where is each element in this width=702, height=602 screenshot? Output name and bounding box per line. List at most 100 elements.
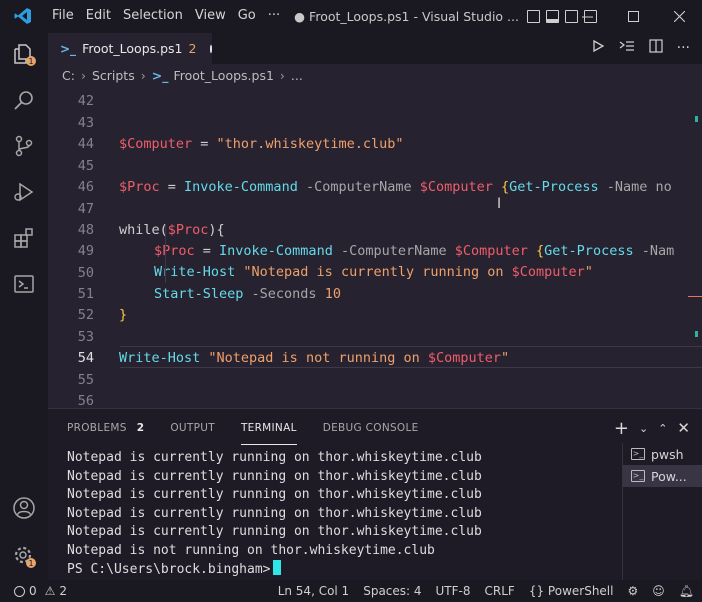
powershell-icon[interactable] [12, 272, 36, 296]
svg-text:1: 1 [28, 57, 33, 66]
tab-problem-count: 2 [188, 41, 197, 56]
line-number: 44 [77, 136, 94, 152]
bottom-panel: PROBLEMS 2 OUTPUT TERMINAL DEBUG CONSOLE… [48, 408, 702, 581]
notifications-bell-icon[interactable]: 🔔︎ [679, 584, 694, 598]
file-encoding[interactable]: UTF-8 [436, 584, 471, 598]
braces-icon: {} [528, 584, 545, 598]
run-selection-icon[interactable] [619, 39, 635, 57]
settings-sync-icon[interactable]: ⚙ [627, 584, 638, 598]
minimize-button[interactable] [564, 0, 610, 32]
split-editor-icon[interactable] [649, 39, 663, 57]
line-number: 46 [77, 179, 94, 195]
terminal-line: Notepad is currently running on thor.whi… [67, 505, 482, 521]
feedback-icon[interactable]: ☺ [652, 584, 665, 598]
chevron-right-icon: › [279, 67, 285, 83]
menu-edit[interactable]: Edit [80, 0, 117, 32]
terminal-line: Notepad is currently running on thor.whi… [67, 450, 482, 465]
terminal-instance-label: Pow... [651, 468, 687, 484]
chevron-down-icon[interactable]: ⌄ [639, 422, 648, 435]
line-number: 54 [77, 350, 94, 366]
powershell-file-icon: >_ [151, 67, 169, 83]
breadcrumb-drive[interactable]: C: [62, 68, 75, 83]
run-debug-icon[interactable] [12, 180, 36, 204]
menu-more[interactable]: ··· [262, 0, 286, 32]
extensions-icon[interactable] [12, 226, 36, 250]
indent-guide [165, 225, 166, 283]
terminal-output[interactable]: Notepad is currently running on thor.whi… [67, 449, 482, 579]
maximize-panel-icon[interactable]: ⌃ [658, 422, 667, 435]
tab-debug-console[interactable]: DEBUG CONSOLE [323, 422, 419, 434]
line-number: 47 [77, 201, 94, 217]
terminal-prompt: PS C:\Users\brock.bingham> [67, 562, 271, 577]
chevron-right-icon: › [80, 67, 86, 83]
unsaved-dot-icon[interactable] [210, 44, 212, 53]
indentation[interactable]: Spaces: 4 [363, 584, 421, 598]
vscode-logo-icon [0, 0, 46, 32]
warning-icon: ⚠ [44, 584, 56, 598]
minimap-marker [695, 331, 698, 337]
error-icon [14, 585, 25, 597]
line-number: 42 [77, 93, 94, 109]
editor-tab-bar: >_ Froot_Loops.ps1 2 ··· [48, 32, 702, 64]
source-control-icon[interactable] [12, 134, 36, 158]
tab-problems[interactable]: PROBLEMS [67, 422, 127, 434]
new-terminal-plus-icon[interactable]: + [614, 418, 629, 439]
terminal-instance-label: pwsh [651, 446, 684, 462]
text-cursor-icon: Ι [497, 196, 502, 212]
terminal-prompt-line[interactable]: PS C:\Users\brock.bingham> [67, 560, 482, 579]
menu-selection[interactable]: Selection [117, 0, 189, 32]
svg-text:1: 1 [28, 559, 33, 568]
run-icon[interactable] [591, 39, 605, 57]
chevron-right-icon: › [140, 67, 146, 83]
tab-terminal[interactable]: TERMINAL [240, 422, 297, 445]
terminal-instance-powershell[interactable]: >_ Pow... [623, 465, 702, 487]
manage-gear-icon[interactable]: 1 [12, 544, 36, 568]
language-mode[interactable]: {} PowerShell [529, 584, 614, 598]
tab-froot-loops[interactable]: >_ Froot_Loops.ps1 2 [48, 32, 212, 64]
cursor-position[interactable]: Ln 54, Col 1 [278, 584, 350, 598]
problems-status[interactable]: 0 ⚠ 2 [0, 584, 67, 598]
terminal-icon: >_ [631, 470, 645, 482]
terminal-instance-pwsh[interactable]: >_ pwsh [623, 443, 702, 465]
line-number: 51 [77, 286, 94, 302]
menu-file[interactable]: File [46, 0, 80, 32]
close-panel-icon[interactable]: ✕ [677, 419, 690, 437]
current-line-highlight [120, 346, 702, 368]
terminal-line: Notepad is currently running on thor.whi… [67, 487, 482, 502]
close-button[interactable] [656, 0, 702, 32]
line-number: 53 [77, 329, 94, 345]
line-ending[interactable]: CRLF [485, 584, 515, 598]
title-bar: File Edit Selection View Go ··· ● Froot_… [0, 0, 702, 32]
line-number: 50 [77, 265, 94, 281]
menu-bar: File Edit Selection View Go ··· [46, 0, 286, 32]
menu-view[interactable]: View [189, 0, 232, 32]
activity-bar: 1 1 [0, 32, 48, 580]
error-count: 0 [29, 584, 37, 598]
toggle-panel-icon[interactable] [545, 9, 559, 23]
more-actions-icon[interactable]: ··· [677, 40, 690, 56]
terminal-line: Notepad is currently running on thor.whi… [67, 468, 482, 484]
breadcrumb-more[interactable]: ... [291, 68, 303, 83]
breadcrumb-file[interactable]: Froot_Loops.ps1 [173, 68, 273, 83]
terminal-icon: >_ [631, 448, 645, 460]
toggle-primary-sidebar-icon[interactable] [526, 9, 540, 23]
terminal-line: Notepad is currently running on thor.whi… [67, 524, 482, 539]
problems-count-badge: 2 [136, 422, 145, 434]
warning-count: 2 [59, 584, 68, 598]
maximize-button[interactable] [610, 0, 656, 32]
line-number: 45 [77, 158, 94, 174]
line-number: 52 [77, 307, 94, 323]
line-number: 49 [77, 243, 94, 259]
explorer-icon[interactable]: 1 [12, 42, 36, 66]
breadcrumb-folder[interactable]: Scripts [92, 68, 135, 83]
accounts-icon[interactable] [12, 496, 36, 520]
status-bar: 0 ⚠ 2 Ln 54, Col 1 Spaces: 4 UTF-8 CRLF … [0, 580, 702, 602]
menu-go[interactable]: Go [232, 0, 262, 32]
tab-label: Froot_Loops.ps1 [82, 41, 183, 56]
line-number: 43 [77, 115, 94, 131]
powershell-file-icon: >_ [60, 41, 77, 56]
scroll-marker [688, 296, 702, 297]
terminal-instance-list: >_ pwsh >_ Pow... [622, 443, 702, 581]
tab-output[interactable]: OUTPUT [170, 422, 215, 434]
search-icon[interactable] [12, 88, 36, 112]
